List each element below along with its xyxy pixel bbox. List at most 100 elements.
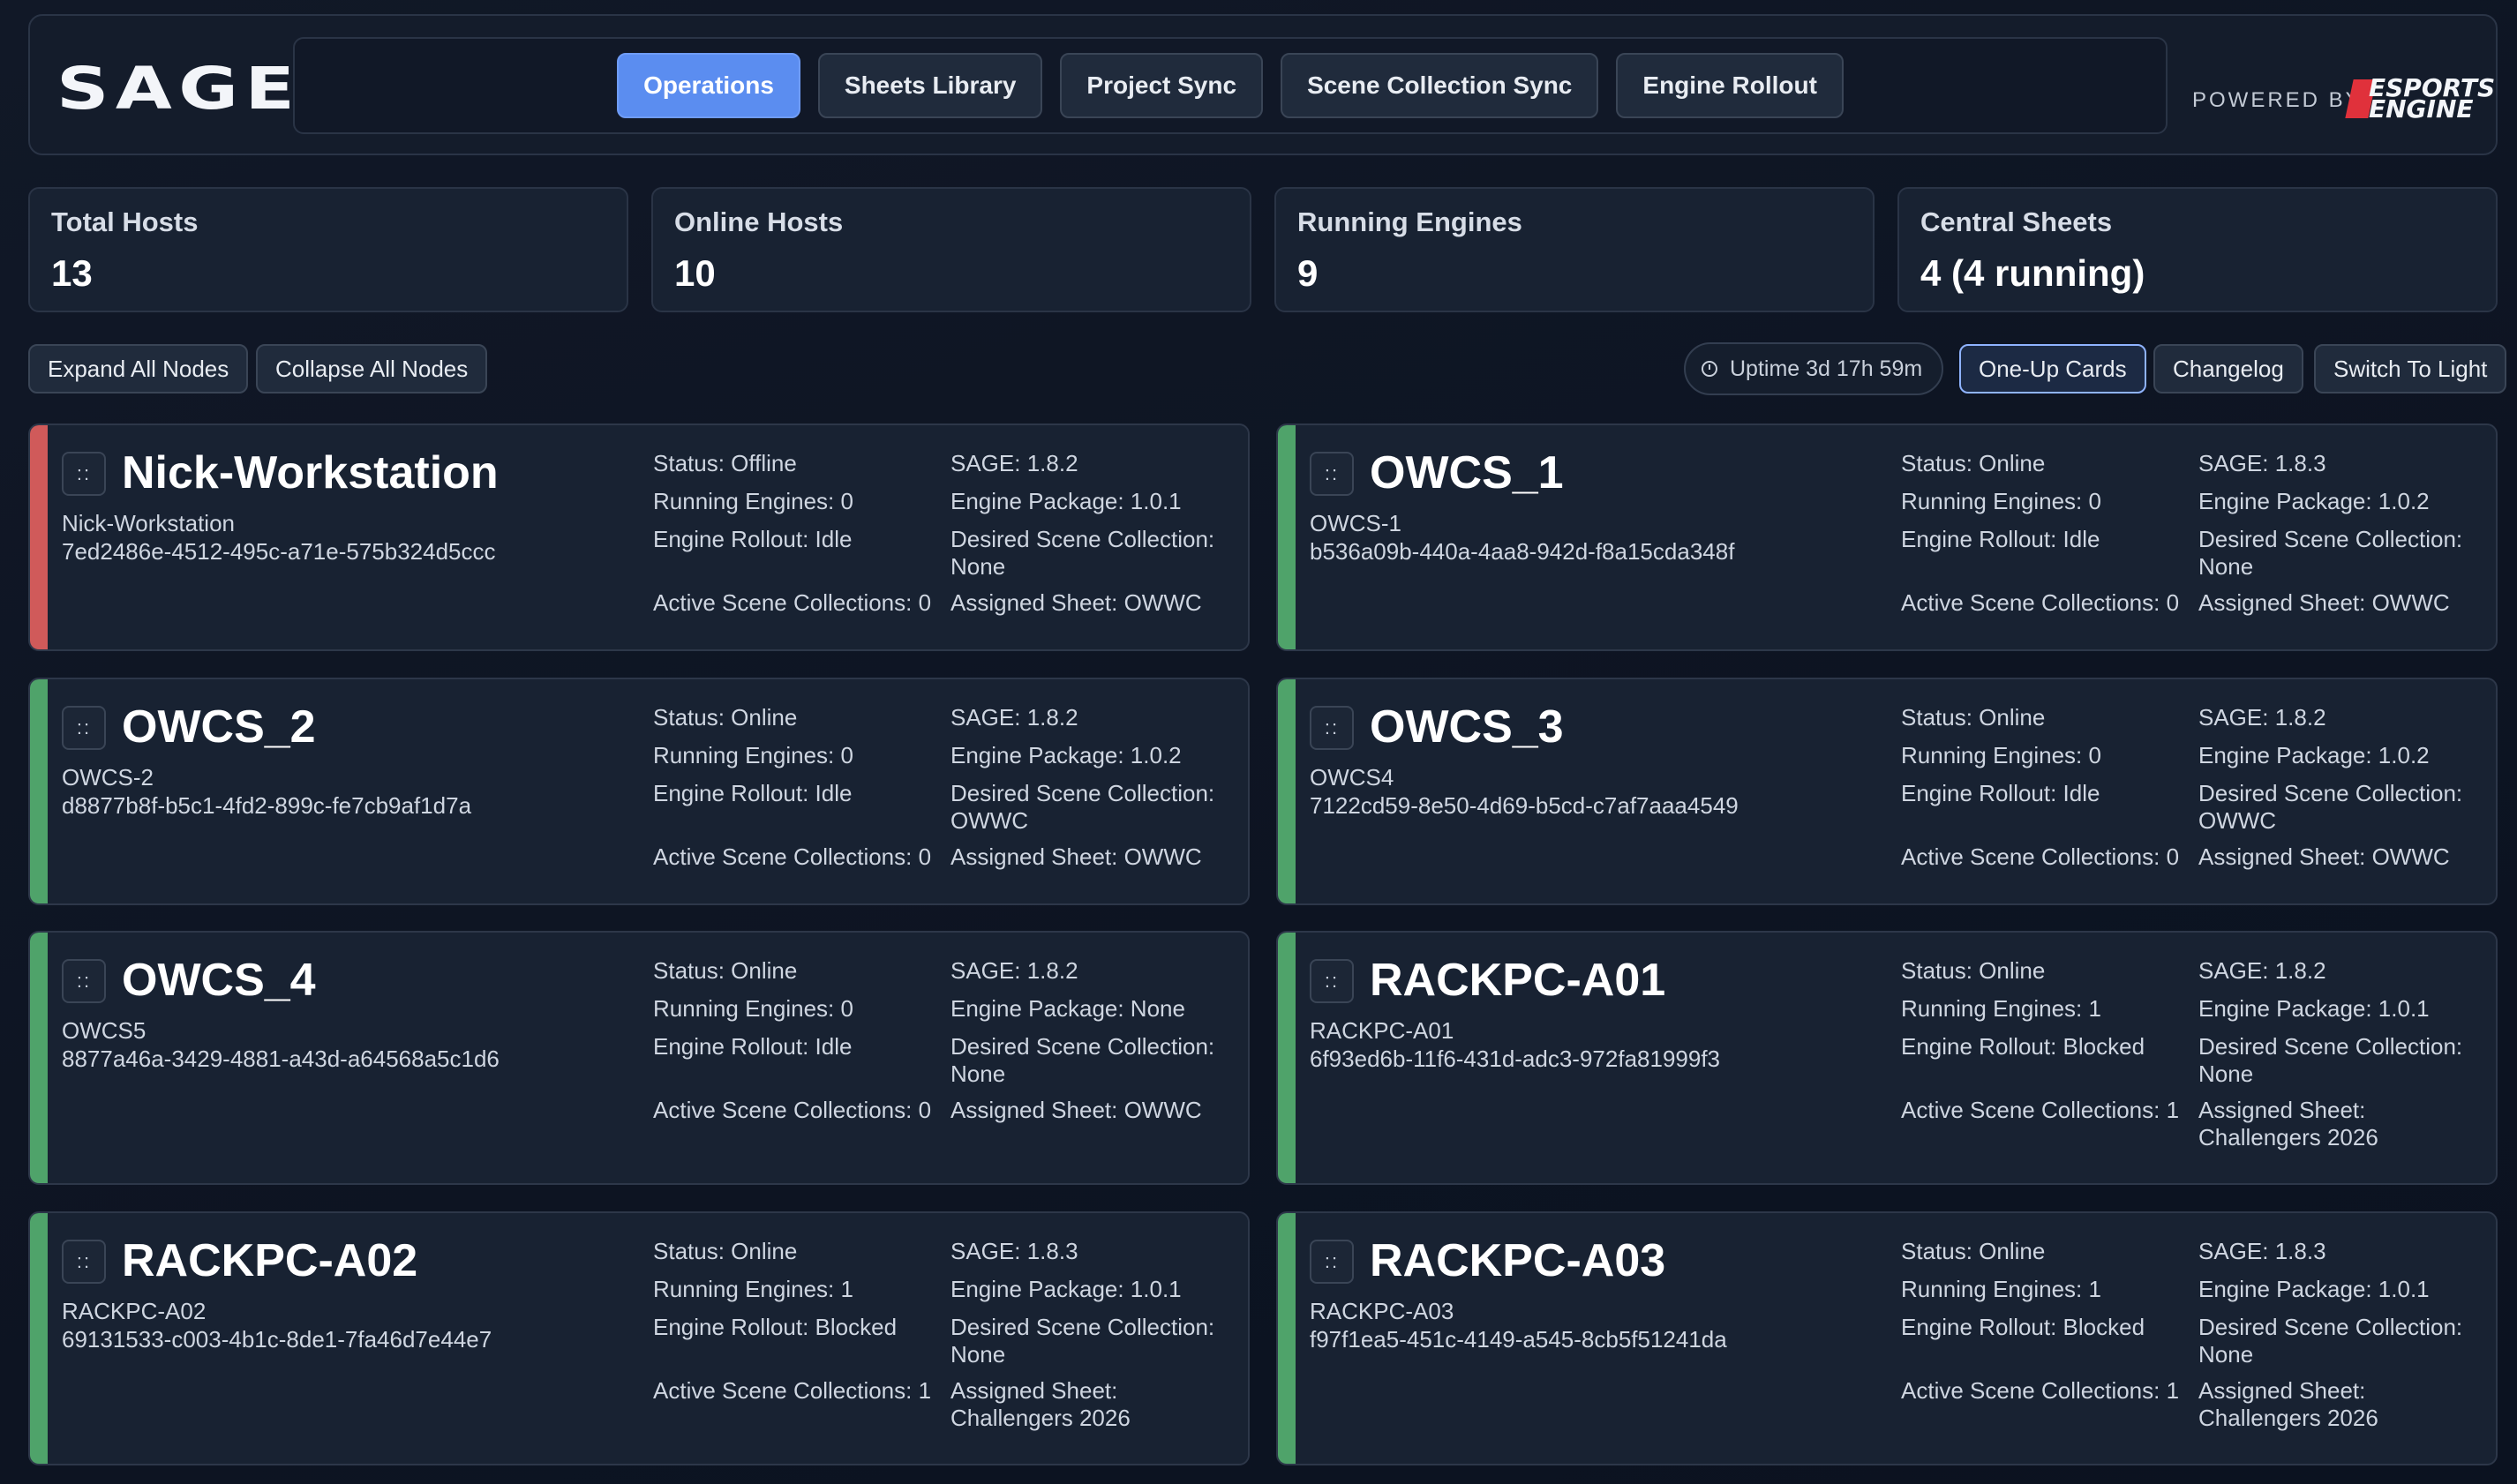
- host-card[interactable]: :: OWCS_4 OWCS5 8877a46a-3429-4881-a43d-…: [28, 931, 1250, 1185]
- tab-engine-rollout[interactable]: Engine Rollout: [1616, 53, 1844, 118]
- host-name: RACKPC-A02: [122, 1235, 418, 1286]
- host-name: OWCS_1: [1370, 447, 1564, 498]
- host-name: Nick-Workstation: [122, 447, 499, 498]
- uptime-text: Uptime 3d 17h 59m: [1730, 356, 1923, 381]
- host-desired-scene-collection-label: Desired Scene Collection:: [950, 780, 1215, 806]
- host-engine-package: Engine Package: None: [950, 995, 1185, 1022]
- host-engine-package: Engine Package: 1.0.2: [2198, 742, 2430, 768]
- host-id: OWCS-2: [62, 764, 154, 791]
- main-nav: Operations Sheets Library Project Sync S…: [293, 37, 2168, 134]
- status-stripe: [30, 933, 48, 1183]
- host-card[interactable]: :: OWCS_1 OWCS-1 b536a09b-440a-4aa8-942d…: [1276, 423, 2498, 651]
- host-assigned-sheet-label: Assigned Sheet:: [950, 1377, 1118, 1404]
- host-name: OWCS_2: [122, 701, 316, 753]
- stat-value: 10: [674, 252, 716, 294]
- host-assigned-sheet-label: Assigned Sheet:: [2198, 1377, 2366, 1404]
- host-running-engines: Running Engines: 0: [1901, 742, 2101, 768]
- host-card[interactable]: :: RACKPC-A03 RACKPC-A03 f97f1ea5-451c-4…: [1276, 1211, 2498, 1465]
- status-stripe: [1278, 425, 1296, 649]
- clock-icon: [1702, 361, 1717, 377]
- app-header: SAGE Operations Sheets Library Project S…: [28, 14, 2498, 155]
- host-desired-scene-collection-label: Desired Scene Collection:: [950, 1033, 1215, 1060]
- drag-handle-icon[interactable]: ::: [62, 1240, 106, 1284]
- stat-total-hosts: Total Hosts 13: [28, 187, 628, 312]
- host-id: RACKPC-A02: [62, 1298, 207, 1324]
- host-active-scene-collections: Active Scene Collections: 1: [1901, 1377, 2180, 1404]
- host-desired-scene-collection-value: None: [2198, 1341, 2254, 1368]
- host-desired-scene-collection-label: Desired Scene Collection:: [950, 526, 1215, 552]
- tab-sheets-library[interactable]: Sheets Library: [817, 53, 1043, 118]
- host-running-engines: Running Engines: 1: [653, 1276, 853, 1302]
- one-up-cards-button[interactable]: One-Up Cards: [1959, 344, 2146, 393]
- host-running-engines: Running Engines: 0: [653, 995, 853, 1022]
- host-engine-rollout: Engine Rollout: Idle: [1901, 526, 2100, 552]
- host-engine-package: Engine Package: 1.0.1: [950, 1276, 1182, 1302]
- host-assigned-sheet-value: Challengers 2026: [2198, 1124, 2378, 1150]
- host-engine-package: Engine Package: 1.0.2: [950, 742, 1182, 768]
- esports-engine-logo: ESPORTS ENGINE: [2345, 65, 2499, 122]
- host-status: Status: Online: [1901, 704, 2046, 731]
- drag-handle-icon[interactable]: ::: [62, 452, 106, 496]
- host-desired-scene-collection-value: OWWC: [2198, 807, 2277, 834]
- collapse-all-nodes-button[interactable]: Collapse All Nodes: [256, 344, 488, 393]
- host-card[interactable]: :: OWCS_3 OWCS4 7122cd59-8e50-4d69-b5cd-…: [1276, 678, 2498, 905]
- host-assigned-sheet-label: Assigned Sheet:: [2198, 1097, 2366, 1123]
- drag-handle-icon[interactable]: ::: [1310, 452, 1354, 496]
- host-card[interactable]: :: OWCS_2 OWCS-2 d8877b8f-b5c1-4fd2-899c…: [28, 678, 1250, 905]
- host-engine-rollout: Engine Rollout: Idle: [653, 780, 853, 806]
- status-stripe: [30, 1213, 48, 1464]
- host-name: RACKPC-A01: [1370, 955, 1666, 1006]
- host-sage-version: SAGE: 1.8.2: [950, 957, 1078, 984]
- changelog-button[interactable]: Changelog: [2153, 344, 2303, 393]
- host-id: Nick-Workstation: [62, 510, 236, 536]
- host-engine-rollout: Engine Rollout: Blocked: [653, 1314, 898, 1340]
- host-card[interactable]: :: Nick-Workstation Nick-Workstation 7ed…: [28, 423, 1250, 651]
- host-running-engines: Running Engines: 0: [1901, 488, 2101, 514]
- host-desired-scene-collection-label: Desired Scene Collection:: [2198, 780, 2463, 806]
- host-engine-package: Engine Package: 1.0.1: [2198, 995, 2430, 1022]
- host-active-scene-collections: Active Scene Collections: 1: [1901, 1097, 2180, 1123]
- host-uuid: 7122cd59-8e50-4d69-b5cd-c7af7aaa4549: [1310, 792, 1739, 819]
- host-sage-version: SAGE: 1.8.2: [950, 450, 1078, 476]
- host-desired-scene-collection-value: None: [950, 1061, 1006, 1087]
- host-active-scene-collections: Active Scene Collections: 0: [1901, 589, 2180, 616]
- tab-scene-collection-sync[interactable]: Scene Collection Sync: [1281, 53, 1599, 118]
- tab-operations[interactable]: Operations: [617, 53, 800, 118]
- host-assigned-sheet-value: Challengers 2026: [2198, 1405, 2378, 1431]
- host-assigned-sheet: Assigned Sheet: OWWC: [950, 1097, 1202, 1123]
- drag-handle-icon[interactable]: ::: [1310, 706, 1354, 750]
- host-uuid: 8877a46a-3429-4881-a43d-a64568a5c1d6: [62, 1046, 500, 1072]
- host-status: Status: Online: [653, 704, 798, 731]
- drag-handle-icon[interactable]: ::: [1310, 959, 1354, 1003]
- host-engine-rollout: Engine Rollout: Idle: [653, 1033, 853, 1060]
- host-uuid: b536a09b-440a-4aa8-942d-f8a15cda348f: [1310, 538, 1735, 565]
- host-engine-package: Engine Package: 1.0.1: [2198, 1276, 2430, 1302]
- host-assigned-sheet: Assigned Sheet: OWWC: [2198, 589, 2450, 616]
- host-name: OWCS_3: [1370, 701, 1564, 753]
- drag-handle-icon[interactable]: ::: [62, 706, 106, 750]
- stat-online-hosts: Online Hosts 10: [651, 187, 1251, 312]
- expand-all-nodes-button[interactable]: Expand All Nodes: [28, 344, 249, 393]
- host-active-scene-collections: Active Scene Collections: 1: [653, 1377, 932, 1404]
- stat-value: 13: [51, 252, 93, 294]
- host-card[interactable]: :: RACKPC-A01 RACKPC-A01 6f93ed6b-11f6-4…: [1276, 931, 2498, 1185]
- host-id: OWCS-1: [1310, 510, 1401, 536]
- host-desired-scene-collection-label: Desired Scene Collection:: [2198, 526, 2463, 552]
- drag-handle-icon[interactable]: ::: [1310, 1240, 1354, 1284]
- host-active-scene-collections: Active Scene Collections: 0: [653, 1097, 932, 1123]
- host-card[interactable]: :: RACKPC-A02 RACKPC-A02 69131533-c003-4…: [28, 1211, 1250, 1465]
- host-assigned-sheet: Assigned Sheet: OWWC: [2198, 843, 2450, 870]
- host-engine-package: Engine Package: 1.0.2: [2198, 488, 2430, 514]
- host-engine-package: Engine Package: 1.0.1: [950, 488, 1182, 514]
- stat-label: Running Engines: [1297, 206, 1522, 237]
- host-active-scene-collections: Active Scene Collections: 0: [653, 843, 932, 870]
- stat-label: Online Hosts: [674, 206, 844, 237]
- host-status: Status: Online: [653, 957, 798, 984]
- tab-project-sync[interactable]: Project Sync: [1060, 53, 1264, 118]
- switch-theme-button[interactable]: Switch To Light: [2314, 344, 2507, 393]
- host-desired-scene-collection-label: Desired Scene Collection:: [2198, 1314, 2463, 1340]
- status-stripe: [30, 425, 48, 649]
- host-sage-version: SAGE: 1.8.3: [2198, 1238, 2326, 1264]
- host-name: RACKPC-A03: [1370, 1235, 1666, 1286]
- drag-handle-icon[interactable]: ::: [62, 959, 106, 1003]
